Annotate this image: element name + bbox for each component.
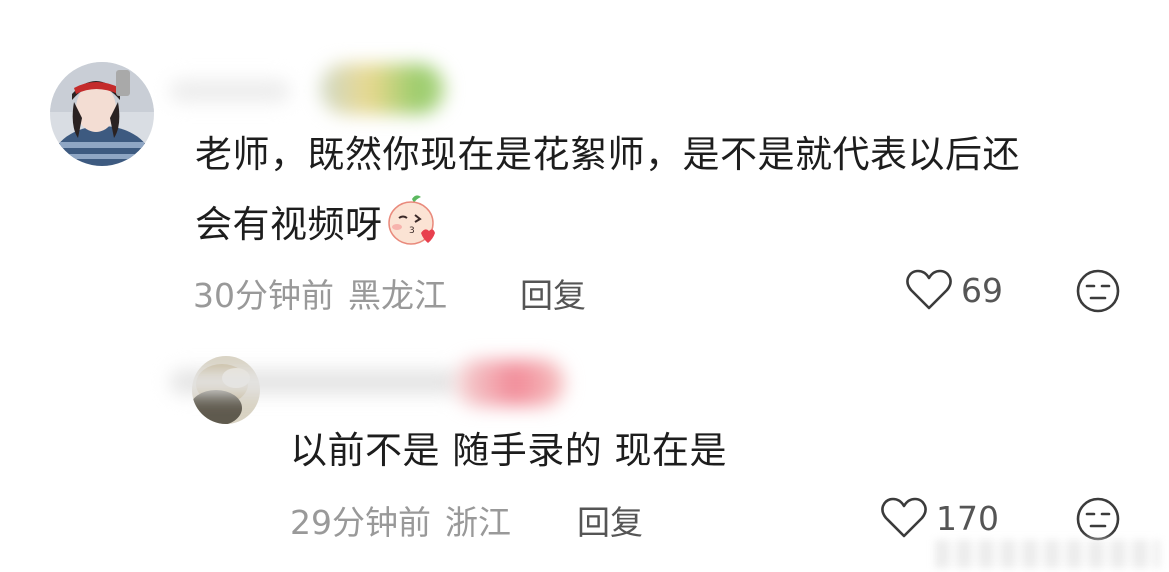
reply-button[interactable]: 回复 <box>520 269 586 317</box>
dislike-button[interactable] <box>1075 496 1121 546</box>
heart-outline-icon <box>881 497 927 538</box>
comment-text-line2: 会有视频呀 3 <box>195 193 437 260</box>
neutral-face-icon <box>1076 497 1120 541</box>
reply-button[interactable]: 回复 <box>577 496 643 544</box>
neutral-face-icon <box>1076 269 1120 313</box>
comment-item-1: 老师，既然你现在是花絮师，是不是就代表以后还 会有视频呀 3 30分钟前 黑龙江 … <box>0 0 1169 330</box>
comment-meta: 29分钟前 浙江 <box>290 496 525 544</box>
like-button[interactable]: 170 <box>880 496 999 540</box>
svg-text:3: 3 <box>409 226 415 236</box>
comment-meta: 30分钟前 黑龙江 <box>193 269 461 317</box>
kiss-face-emoji: 3 <box>385 193 437 260</box>
dislike-button[interactable] <box>1075 268 1121 318</box>
comment-text: 老师，既然你现在是花絮师，是不是就代表以后还 <box>195 133 1020 176</box>
comment-time: 30分钟前 <box>193 276 334 315</box>
username-blurred[interactable] <box>170 370 460 394</box>
comment-location: 浙江 <box>445 503 511 542</box>
comment-location: 黑龙江 <box>348 276 447 315</box>
watermark <box>935 540 1160 568</box>
like-count: 69 <box>961 270 1003 310</box>
username-blurred-badge <box>320 64 445 114</box>
avatar-image <box>50 62 154 166</box>
username-blurred-badge <box>455 360 565 406</box>
avatar[interactable] <box>50 62 154 166</box>
like-button[interactable]: 69 <box>905 268 1003 312</box>
comment-text-continued: 会有视频呀 <box>195 203 383 246</box>
like-count: 170 <box>936 498 999 538</box>
comment-item-2: 以前不是 随手录的 现在是 29分钟前 浙江 回复 170 <box>0 330 1169 572</box>
comment-time: 29分钟前 <box>290 503 431 542</box>
username-blurred[interactable] <box>170 80 290 102</box>
comment-text: 以前不是 随手录的 现在是 <box>290 429 728 472</box>
heart-outline-icon <box>906 269 952 310</box>
